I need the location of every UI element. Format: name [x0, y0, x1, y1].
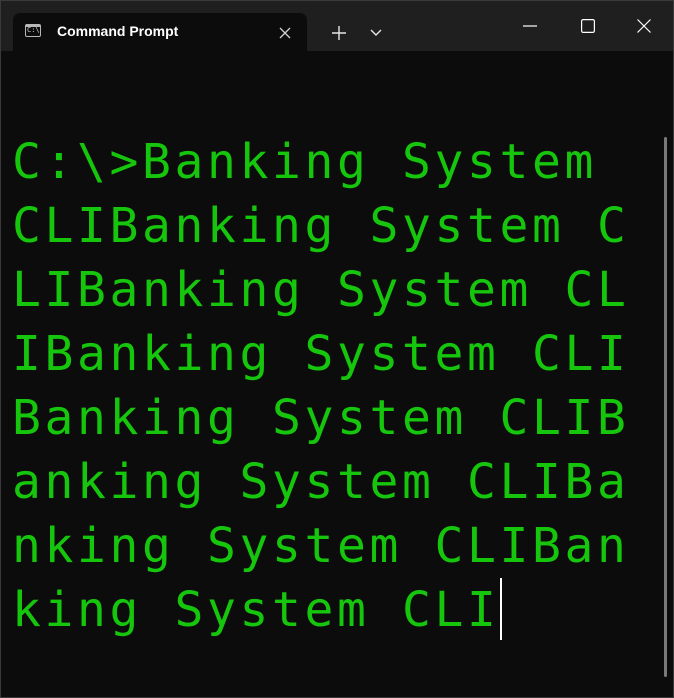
plus-icon: [332, 26, 346, 40]
command-prompt-icon: C:\: [25, 24, 41, 37]
minimize-button[interactable]: [501, 1, 559, 51]
text-cursor: [500, 578, 503, 640]
tab-command-prompt[interactable]: C:\ Command Prompt: [13, 13, 307, 51]
chevron-down-icon: [370, 29, 382, 36]
scrollbar[interactable]: [664, 137, 667, 677]
close-button[interactable]: [615, 1, 673, 51]
close-icon: [637, 19, 651, 33]
close-icon: [279, 27, 291, 39]
console-output: C:\>Banking System CLIBanking System CLI…: [12, 130, 632, 642]
terminal-window: C:\ Command Prompt C:\>Banking System CL…: [0, 0, 674, 698]
tab-dropdown-button[interactable]: [361, 17, 391, 47]
title-bar: C:\ Command Prompt: [1, 1, 673, 51]
minimize-icon: [523, 25, 537, 27]
console-area[interactable]: C:\>Banking System CLIBanking System CLI…: [1, 51, 673, 697]
maximize-button[interactable]: [559, 1, 617, 51]
maximize-icon: [581, 19, 595, 33]
tab-title: Command Prompt: [57, 23, 179, 39]
tab-close-button[interactable]: [275, 23, 295, 43]
console-output-text: C:\>Banking System CLIBanking System CLI…: [12, 134, 630, 638]
new-tab-button[interactable]: [323, 17, 355, 47]
